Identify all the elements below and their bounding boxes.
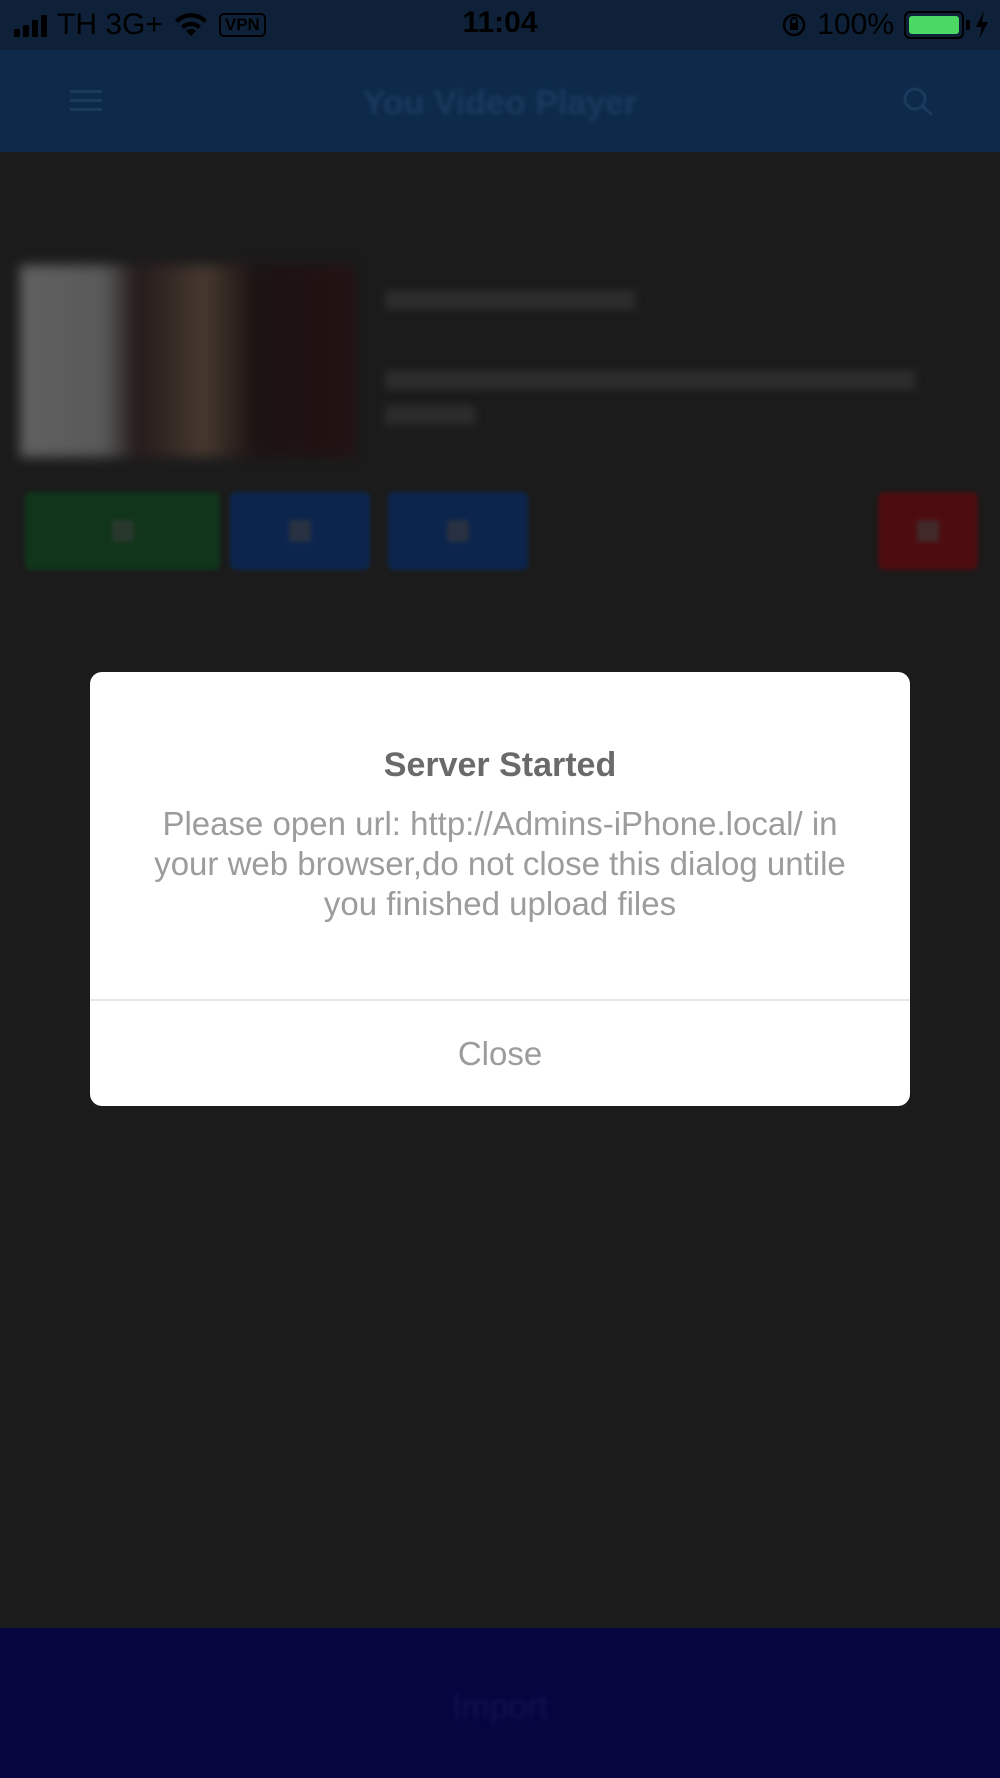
download-button[interactable] [388,492,528,570]
trash-icon [917,520,939,542]
share-icon [289,520,311,542]
play-button[interactable] [25,492,220,570]
dialog-title: Server Started [383,746,617,784]
status-right: 100% [781,8,990,42]
navigation-bar: You Video Player [0,50,1000,152]
share-button[interactable] [230,492,370,570]
play-icon [111,520,134,542]
server-started-dialog: Server Started Please open url: http://A… [90,672,910,1106]
status-bar: TH 3G+ VPN 11:04 100% [0,0,1000,50]
search-icon[interactable] [898,84,938,118]
battery-icon [904,11,970,39]
bottom-bar: Import [0,1628,1000,1778]
dialog-message: Please open url: http://Admins-iPhone.lo… [154,805,846,922]
rotation-lock-icon [783,13,806,37]
download-icon [447,520,469,542]
video-description-placeholder-2 [385,405,475,425]
battery-percent: 100% [817,8,894,41]
video-title-placeholder [385,290,635,310]
nav-title: You Video Player [362,84,638,122]
close-button[interactable]: Close [90,1001,910,1106]
import-button[interactable]: Import [0,1688,1000,1727]
video-description-placeholder [385,370,915,390]
charging-icon [976,11,988,39]
video-thumbnail[interactable] [20,265,355,457]
delete-button[interactable] [878,492,978,570]
